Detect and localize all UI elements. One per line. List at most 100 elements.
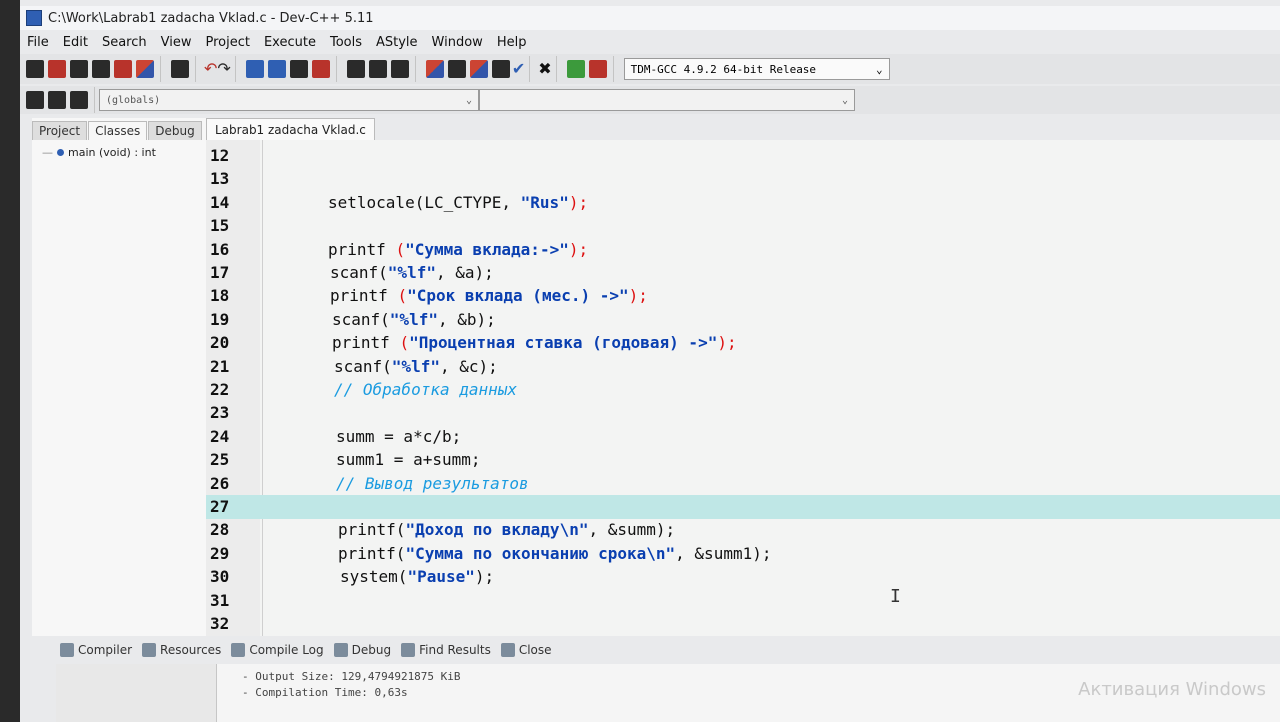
save-all-icon[interactable] [92, 60, 110, 78]
stop-execution-icon[interactable]: ✖ [538, 60, 551, 78]
code-token: ); [568, 192, 589, 212]
code-editor[interactable]: 12 13 14 setlocale(LC_CTYPE, "Rus"); 15 16 pri… [206, 140, 1280, 636]
undo-icon[interactable]: ↶ [204, 60, 217, 78]
code-token: "%lf" [391, 356, 440, 376]
compile-run-icon[interactable] [469, 60, 488, 78]
menu-project[interactable]: Project [198, 35, 256, 50]
tab-debug-output[interactable]: Debug [333, 643, 391, 657]
profile-chart-icon[interactable] [566, 60, 585, 78]
editor-tabbar: Labrab1 zadacha Vklad.c [206, 116, 1280, 141]
code-line[interactable]: 27 [206, 495, 1280, 519]
code-token: "Срок вклада (мес.) ->" [407, 286, 629, 306]
code-line[interactable]: 14 setlocale(LC_CTYPE, "Rus"); [206, 191, 1280, 215]
ide-window: C:\Work\Labrab1 zadacha Vklad.c - Dev-C+… [20, 0, 1280, 722]
code-token: "%lf" [389, 309, 438, 329]
code-line[interactable]: 15 [206, 214, 1280, 238]
line-number: 28 [210, 520, 230, 540]
menu-astyle[interactable]: AStyle [369, 35, 425, 50]
tab-classes[interactable]: Classes [88, 121, 148, 140]
code-line[interactable]: 19 scanf("%lf", &b); [206, 308, 1280, 332]
close-all-icon[interactable] [136, 60, 154, 78]
run-icon[interactable] [447, 60, 466, 78]
code-line[interactable]: 18 printf ("Срок вклада (мес.) ->"); [206, 284, 1280, 308]
code-token: printf [330, 286, 398, 306]
code-line[interactable]: 29 printf("Сумма по окончанию срока\n", &… [206, 542, 1280, 566]
devcpp-app-icon [26, 10, 42, 26]
line-number: 14 [210, 192, 230, 212]
code-line[interactable]: 25 summ1 = a+summ; [206, 448, 1280, 472]
redo-icon[interactable]: ↷ [217, 60, 230, 78]
code-token: scanf( [330, 263, 388, 282]
tab-debug[interactable]: Debug [148, 121, 202, 140]
tab-project[interactable]: Project [32, 121, 88, 140]
code-line[interactable]: 32 [206, 612, 1280, 636]
save-icon[interactable] [70, 60, 88, 78]
code-text: summ = a*c/b; [336, 425, 461, 449]
code-token: , &b); [437, 309, 496, 329]
code-token: setlocale(LC_CTYPE, [328, 192, 521, 212]
scope-combo[interactable]: (globals) ⌄ [99, 89, 479, 111]
code-line[interactable]: 30 system("Pause"); [206, 565, 1280, 589]
find-icon[interactable] [245, 60, 264, 78]
tree-connector: — [42, 146, 53, 159]
delete-profile-icon[interactable] [588, 60, 607, 78]
indent-icon[interactable] [368, 60, 387, 78]
code-line[interactable]: 16 printf ("Сумма вклада:->"); [206, 238, 1280, 262]
bookmark-icon[interactable] [390, 60, 409, 78]
close-file-icon[interactable] [114, 60, 132, 78]
rebuild-icon[interactable] [491, 60, 510, 78]
goto-line-icon[interactable] [311, 60, 330, 78]
code-line[interactable]: 31 [206, 589, 1280, 613]
menu-file[interactable]: File [20, 35, 56, 50]
menu-window[interactable]: Window [425, 35, 490, 50]
compiler-select[interactable]: TDM-GCC 4.9.2 64-bit Release ⌄ [623, 58, 890, 80]
replace-icon[interactable] [267, 60, 286, 78]
new-file-icon[interactable] [26, 60, 44, 78]
code-token: printf [328, 239, 396, 259]
member-combo[interactable]: ⌄ [479, 89, 855, 111]
goto-bookmark-icon[interactable] [70, 91, 88, 109]
code-line[interactable]: 24 summ = a*c/b; [206, 425, 1280, 449]
menu-view[interactable]: View [154, 35, 199, 50]
find-next-icon[interactable] [289, 60, 308, 78]
tab-resources[interactable]: Resources [142, 643, 221, 657]
code-line[interactable]: 22 // Обработка данных [206, 378, 1280, 402]
code-token: ); [717, 333, 737, 353]
menu-edit[interactable]: Edit [56, 35, 95, 50]
code-line[interactable]: 13 [206, 167, 1280, 191]
print-icon[interactable] [171, 60, 189, 78]
function-icon [57, 149, 64, 156]
menu-help[interactable]: Help [490, 35, 534, 50]
code-line[interactable]: 12 [206, 144, 1280, 168]
menu-execute[interactable]: Execute [257, 35, 323, 50]
code-line[interactable]: 28 printf("Доход по вкладу\n", &summ); [206, 518, 1280, 542]
code-text: printf ("Процентная ставка (годовая) ->"… [332, 331, 737, 355]
code-line[interactable]: 26 // Вывод результатов [206, 472, 1280, 496]
open-project-icon[interactable] [48, 60, 66, 78]
code-line[interactable]: 20 printf ("Процентная ставка (годовая) -… [206, 331, 1280, 355]
toggle-bookmark-icon[interactable] [48, 91, 66, 109]
unindent-icon[interactable] [346, 60, 365, 78]
tab-compiler[interactable]: Compiler [60, 643, 132, 657]
class-toolbar: (globals) ⌄ ⌄ [20, 86, 1280, 114]
code-line[interactable]: 17 scanf("%lf", &a); [206, 261, 1280, 285]
syntax-check-icon[interactable]: ✔ [512, 60, 525, 78]
tab-compile-log[interactable]: Compile Log [231, 643, 324, 657]
menu-tools[interactable]: Tools [323, 35, 369, 50]
compile-icon[interactable] [425, 60, 444, 78]
find-toolbar-group [240, 56, 337, 82]
code-line[interactable]: 21 scanf("%lf", &c); [206, 355, 1280, 379]
line-number: 29 [210, 543, 230, 563]
insert-icon[interactable] [26, 91, 44, 109]
editor-file-tab[interactable]: Labrab1 zadacha Vklad.c [206, 118, 375, 141]
class-tree-item[interactable]: — main (void) : int [32, 140, 208, 165]
code-token: , &a); [435, 263, 494, 282]
line-number: 16 [210, 239, 230, 259]
tab-find-results[interactable]: Find Results [401, 643, 491, 657]
line-number: 25 [210, 450, 230, 470]
tab-close[interactable]: Close [500, 643, 552, 657]
menu-search[interactable]: Search [95, 35, 154, 50]
stop-toolbar-group: ✖ [534, 56, 557, 82]
code-line[interactable]: 23 [206, 401, 1280, 425]
compiler-select-value: TDM-GCC 4.9.2 64-bit Release [630, 62, 817, 76]
